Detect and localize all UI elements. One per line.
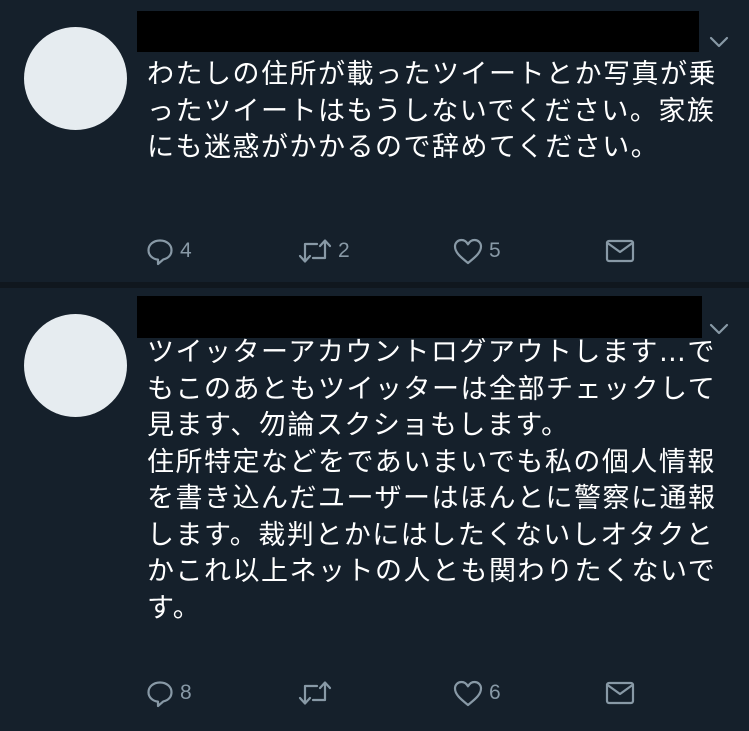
reply-count: 8 — [180, 681, 192, 704]
reply-count: 4 — [180, 239, 192, 262]
like-icon — [453, 238, 483, 265]
tweet-text: わたしの住所が載ったツイートとか写真が乗ったツイートはもうしないでください。家族… — [147, 59, 717, 163]
tweet-menu-button[interactable] — [709, 34, 729, 48]
retweet-button[interactable] — [297, 677, 338, 709]
retweet-icon — [298, 681, 332, 705]
redacted-user-name — [137, 11, 699, 52]
direct-message-icon — [605, 239, 635, 263]
like-button[interactable]: 6 — [452, 677, 501, 709]
timeline: わたしの住所が載ったツイートとか写真が乗ったツイートはもうしないでください。家族… — [0, 0, 749, 731]
tweet-actions: 4 2 5 — [0, 235, 749, 267]
chevron-down-icon — [709, 323, 729, 335]
like-button[interactable]: 5 — [452, 235, 501, 267]
retweet-count: 2 — [338, 239, 350, 262]
reply-icon — [147, 239, 173, 266]
retweet-button[interactable]: 2 — [297, 235, 350, 267]
direct-message-button[interactable] — [604, 677, 636, 709]
tweet-menu-button[interactable] — [709, 321, 729, 335]
tweet[interactable]: ツイッターアカウントログアウトします…でもこのあともツイッターは全部チェックして… — [0, 288, 749, 731]
tweet-actions: 8 6 — [0, 677, 749, 709]
redacted-user-name — [137, 296, 702, 338]
tweet[interactable]: わたしの住所が載ったツイートとか写真が乗ったツイートはもうしないでください。家族… — [0, 0, 749, 282]
direct-message-icon — [605, 681, 635, 705]
chevron-down-icon — [709, 36, 729, 48]
reply-button[interactable]: 8 — [145, 677, 192, 709]
like-icon — [453, 680, 483, 707]
like-count: 6 — [489, 681, 501, 704]
reply-icon — [147, 681, 173, 708]
avatar[interactable] — [24, 314, 127, 417]
like-count: 5 — [489, 239, 501, 262]
retweet-icon — [298, 239, 332, 263]
avatar[interactable] — [24, 27, 127, 130]
direct-message-button[interactable] — [604, 235, 636, 267]
tweet-text: ツイッターアカウントログアウトします…でもこのあともツイッターは全部チェックして… — [147, 337, 717, 624]
reply-button[interactable]: 4 — [145, 235, 192, 267]
